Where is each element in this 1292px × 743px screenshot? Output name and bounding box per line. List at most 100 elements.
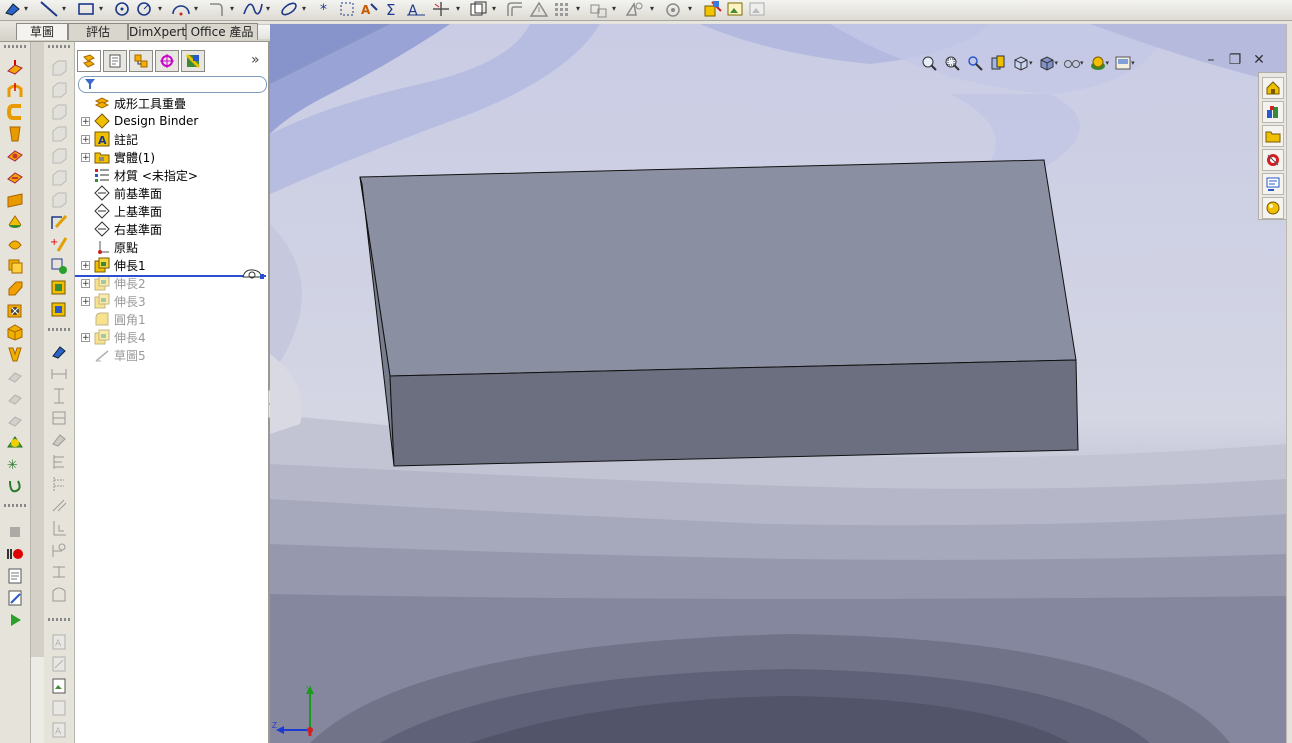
point-icon[interactable]: *	[316, 0, 334, 18]
lofted-boss-icon[interactable]	[5, 124, 25, 144]
add-relation-icon[interactable]: +	[49, 234, 69, 254]
configuration-manager-icon[interactable]	[129, 50, 153, 72]
tree-item[interactable]: + 伸長1	[81, 256, 146, 274]
right-view-icon[interactable]	[49, 124, 69, 144]
ordinate-dimension-icon[interactable]	[49, 430, 69, 450]
tab-office-products[interactable]: Office 產品	[186, 23, 258, 40]
instant3d-toggle-icon[interactable]	[49, 278, 69, 298]
horizontal-dimension-icon[interactable]	[49, 364, 69, 384]
appearances-icon[interactable]	[1262, 197, 1284, 219]
drawing-view-icon[interactable]	[49, 654, 69, 674]
tree-item[interactable]: 前基準面	[81, 184, 162, 202]
property-manager-icon[interactable]	[103, 50, 127, 72]
vertical-ordinate-icon[interactable]	[49, 474, 69, 494]
tree-item[interactable]: 成形工具重疊	[81, 94, 186, 112]
insert-picture-icon[interactable]	[49, 676, 69, 696]
linear-pattern-feature-icon[interactable]	[5, 366, 25, 386]
expand-toggle-icon[interactable]: +	[81, 134, 90, 144]
expand-toggle-icon[interactable]: +	[81, 278, 90, 288]
chamfer-icon[interactable]	[5, 256, 25, 276]
rollback-handle-icon[interactable]	[241, 267, 265, 283]
print-icon[interactable]	[49, 698, 69, 718]
custom-properties-icon[interactable]	[1262, 173, 1284, 195]
fully-define-sketch-icon[interactable]	[49, 540, 69, 560]
dome-icon[interactable]	[5, 432, 25, 452]
circle-icon[interactable]	[134, 0, 154, 18]
rapid-sketch-icon[interactable]	[662, 0, 684, 18]
zoom-to-fit-icon[interactable]	[918, 54, 940, 72]
tree-item[interactable]: 上基準面	[81, 202, 162, 220]
draft-icon[interactable]	[5, 344, 25, 364]
smart-dimension-icon[interactable]	[2, 0, 24, 18]
revolved-cut-icon[interactable]	[5, 168, 25, 188]
section-view-icon[interactable]	[987, 54, 1009, 72]
hole-wizard-icon[interactable]	[5, 300, 25, 320]
tree-item[interactable]: + Design Binder	[81, 112, 198, 130]
relations-icon[interactable]: Σ	[384, 0, 402, 18]
tree-item[interactable]: 草圖5	[81, 346, 146, 364]
bottom-view-icon[interactable]	[49, 168, 69, 188]
minimize-button[interactable]: –	[1204, 52, 1218, 68]
edit-sketch-icon[interactable]	[49, 212, 69, 232]
tree-item[interactable]: + 伸長3	[81, 292, 146, 310]
expand-toggle-icon[interactable]: +	[81, 332, 90, 342]
expand-panel-button[interactable]: »	[251, 52, 260, 68]
extruded-boss-icon[interactable]	[5, 58, 25, 78]
rollback-bar[interactable]	[75, 275, 266, 277]
file-explorer-icon[interactable]	[1262, 125, 1284, 147]
mirror-icon[interactable]: A	[406, 0, 426, 18]
tab-sketch[interactable]: 草圖	[16, 23, 68, 40]
chamfer-dimension-icon[interactable]	[49, 496, 69, 516]
trim-icon[interactable]	[430, 0, 452, 18]
vertical-dimension-icon[interactable]	[49, 386, 69, 406]
rectangle-icon[interactable]	[76, 0, 96, 18]
arc-icon[interactable]	[170, 0, 192, 18]
instant3d-icon[interactable]	[702, 0, 724, 18]
swept-boss-icon[interactable]	[5, 102, 25, 122]
shell-icon[interactable]	[5, 322, 25, 342]
tree-item[interactable]: + 實體(1)	[81, 148, 155, 166]
extruded-cut-icon[interactable]	[5, 146, 25, 166]
fillet-feature-icon[interactable]	[5, 234, 25, 254]
isometric-view-icon[interactable]	[49, 190, 69, 210]
revolved-boss-icon[interactable]	[5, 80, 25, 100]
view-palette-icon[interactable]	[1262, 149, 1284, 171]
construction-icon[interactable]	[338, 0, 356, 18]
quick-snaps-icon[interactable]	[49, 300, 69, 320]
publish-icon[interactable]: A	[49, 720, 69, 740]
top-view-icon[interactable]	[49, 146, 69, 166]
dimxpert-manager-icon[interactable]	[155, 50, 179, 72]
display-manager-icon[interactable]	[181, 50, 205, 72]
baseline-dimension-icon[interactable]	[49, 408, 69, 428]
move-icon[interactable]	[528, 0, 550, 18]
mirror-feature-icon[interactable]	[5, 388, 25, 408]
stop-macro-icon[interactable]	[5, 522, 25, 542]
repair-sketch-icon[interactable]	[624, 0, 646, 18]
horizontal-ordinate-icon[interactable]	[49, 452, 69, 472]
sketch-picture-icon[interactable]	[726, 0, 746, 18]
expand-toggle-icon[interactable]: +	[81, 152, 90, 162]
graphics-area[interactable]: ▾ ▾ ▾ ▾ ▾ – ❐ ✕	[270, 24, 1286, 743]
display-relations-icon[interactable]	[588, 0, 610, 18]
front-view-icon[interactable]	[49, 58, 69, 78]
linear-pattern-icon[interactable]	[552, 0, 574, 18]
circular-pattern-icon[interactable]	[5, 410, 25, 430]
lofted-cut-icon[interactable]	[5, 212, 25, 232]
tab-dimxpert[interactable]: DimXpert	[128, 23, 186, 40]
tree-item[interactable]: + A 註記	[81, 130, 138, 148]
fillet-icon[interactable]	[206, 0, 228, 18]
tree-item[interactable]: 右基準面	[81, 220, 162, 238]
design-library-icon[interactable]	[1262, 101, 1284, 123]
convert-entities-icon[interactable]	[468, 0, 490, 18]
display-delete-relations-icon[interactable]	[49, 256, 69, 276]
tree-item[interactable]: 原點	[81, 238, 138, 256]
feature-filter-input[interactable]	[78, 76, 267, 93]
feature-manager-icon[interactable]	[77, 50, 101, 72]
left-view-icon[interactable]	[49, 102, 69, 122]
tolerance-icon[interactable]	[49, 584, 69, 604]
swept-cut-icon[interactable]	[5, 190, 25, 210]
expand-toggle-icon[interactable]: +	[81, 296, 90, 306]
record-macro-icon[interactable]	[5, 544, 25, 564]
sketch-text-icon[interactable]: A	[360, 0, 380, 18]
expand-toggle-icon[interactable]: +	[81, 260, 90, 270]
